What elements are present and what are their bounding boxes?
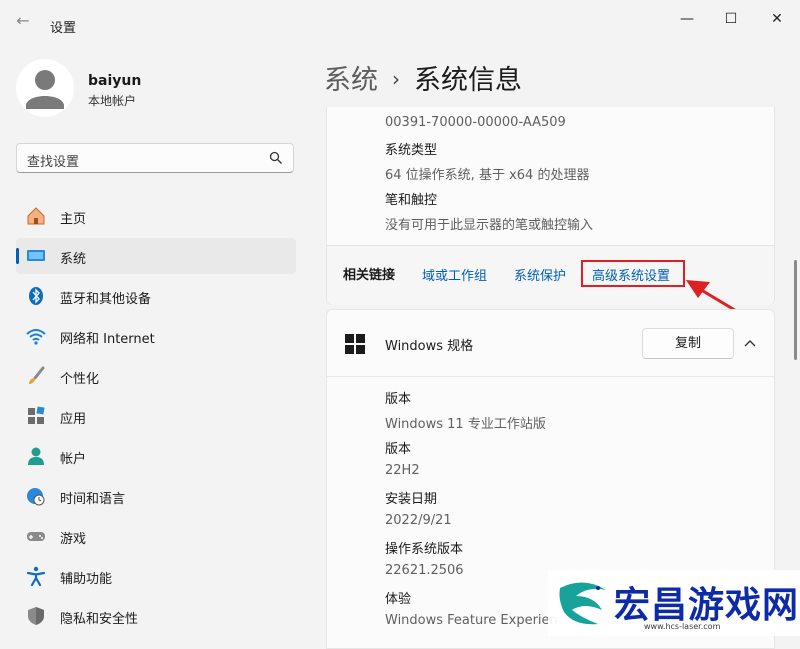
sidebar-item-gaming[interactable]: 游戏	[16, 518, 296, 554]
edition-value: Windows 11 专业工作站版	[385, 417, 546, 432]
sidebar-item-apps[interactable]: 应用	[16, 398, 296, 434]
sidebar-item-label: 系统	[60, 252, 87, 267]
system-type-value: 64 位操作系统, 基于 x64 的处理器	[385, 168, 590, 183]
page-title: 系统信息	[414, 65, 522, 96]
close-button[interactable]: ✕	[762, 8, 792, 30]
install-date-value: 2022/9/21	[385, 513, 452, 528]
search-placeholder: 查找设置	[27, 155, 80, 170]
sidebar-item-time-language[interactable]: 时间和语言	[16, 478, 296, 514]
watermark-url: www.hcs-laser.com	[644, 622, 721, 631]
sidebar-item-label: 应用	[60, 412, 87, 427]
experience-value: Windows Feature Experien	[385, 613, 558, 628]
shield-icon	[28, 607, 44, 625]
title-bar: ← 设置 — ☐ ✕	[0, 0, 800, 40]
version-value: 22H2	[385, 463, 420, 478]
pen-touch-value: 没有可用于此显示器的笔或触控输入	[385, 218, 594, 233]
account-icon	[28, 447, 44, 465]
user-avatar-icon	[26, 70, 64, 109]
clock-globe-icon	[27, 488, 45, 506]
sidebar-item-label: 个性化	[60, 372, 100, 387]
bluetooth-icon	[29, 287, 43, 305]
user-name: baiyun	[88, 73, 142, 89]
avatar[interactable]	[16, 59, 74, 117]
install-date-label: 安装日期	[385, 492, 438, 507]
sidebar-item-label: 隐私和安全性	[60, 612, 139, 627]
minimize-button[interactable]: —	[672, 8, 702, 30]
related-links-title: 相关链接	[343, 268, 396, 283]
sidebar-item-label: 蓝牙和其他设备	[60, 292, 152, 307]
sidebar-item-label: 帐户	[60, 452, 87, 467]
gamepad-icon	[27, 532, 45, 541]
app-title: 设置	[50, 21, 77, 36]
breadcrumb: 系统 › 系统信息	[324, 58, 522, 97]
sidebar-item-accessibility[interactable]: 辅助功能	[16, 558, 296, 594]
chevron-up-icon[interactable]	[743, 336, 757, 350]
sidebar-item-label: 主页	[60, 212, 87, 227]
sidebar-item-label: 时间和语言	[60, 492, 126, 507]
breadcrumb-separator-icon: ›	[392, 67, 400, 91]
watermark: 宏昌游戏网 www.hcs-laser.com	[548, 570, 800, 636]
watermark-text: 宏昌游戏网	[614, 585, 800, 626]
experience-label: 体验	[385, 592, 412, 607]
product-id-value: 00391-70000-00000-AA509	[385, 115, 566, 130]
back-arrow-icon[interactable]: ←	[14, 12, 32, 30]
sidebar-item-network[interactable]: 网络和 Internet	[16, 318, 296, 354]
os-build-value: 22621.2506	[385, 563, 464, 578]
domain-workgroup-link[interactable]: 域或工作组	[422, 265, 487, 284]
brush-icon	[29, 366, 45, 384]
active-indicator	[16, 248, 19, 264]
apps-icon	[28, 406, 45, 424]
system-type-label: 系统类型	[385, 143, 438, 158]
maximize-button[interactable]: ☐	[716, 8, 746, 30]
sidebar-item-privacy[interactable]: 隐私和安全性	[16, 598, 296, 634]
sidebar-item-label: 游戏	[60, 532, 87, 547]
sidebar-item-accounts[interactable]: 帐户	[16, 438, 296, 474]
scrollbar-thumb[interactable]	[794, 260, 797, 360]
home-icon	[27, 207, 45, 225]
sidebar-item-bluetooth[interactable]: 蓝牙和其他设备	[16, 278, 296, 314]
os-build-label: 操作系统版本	[385, 542, 464, 557]
sidebar-item-label: 辅助功能	[60, 572, 113, 587]
system-icon	[27, 250, 45, 261]
pen-touch-label: 笔和触控	[385, 193, 438, 208]
wifi-icon	[26, 329, 46, 345]
windows-logo-icon	[345, 334, 365, 354]
system-protection-link[interactable]: 系统保护	[514, 265, 566, 284]
highlight-box	[581, 260, 685, 287]
sidebar-item-label: 网络和 Internet	[60, 332, 155, 347]
breadcrumb-parent[interactable]: 系统	[324, 65, 378, 96]
sidebar-item-home[interactable]: 主页	[16, 198, 296, 234]
account-type: 本地帐户	[88, 94, 137, 108]
edition-label: 版本	[385, 392, 412, 407]
search-input[interactable]: 查找设置	[16, 143, 294, 173]
copy-button[interactable]: 复制	[642, 328, 734, 359]
search-icon	[269, 151, 282, 164]
sidebar-item-system[interactable]: 系统	[16, 238, 296, 274]
windows-specs-header[interactable]: Windows 规格 复制	[327, 310, 774, 377]
accessibility-icon	[26, 566, 46, 587]
version-label: 版本	[385, 442, 412, 457]
windows-specs-title: Windows 规格	[385, 339, 474, 354]
sidebar-item-personalization[interactable]: 个性化	[16, 358, 296, 394]
watermark-logo-icon	[559, 582, 606, 625]
